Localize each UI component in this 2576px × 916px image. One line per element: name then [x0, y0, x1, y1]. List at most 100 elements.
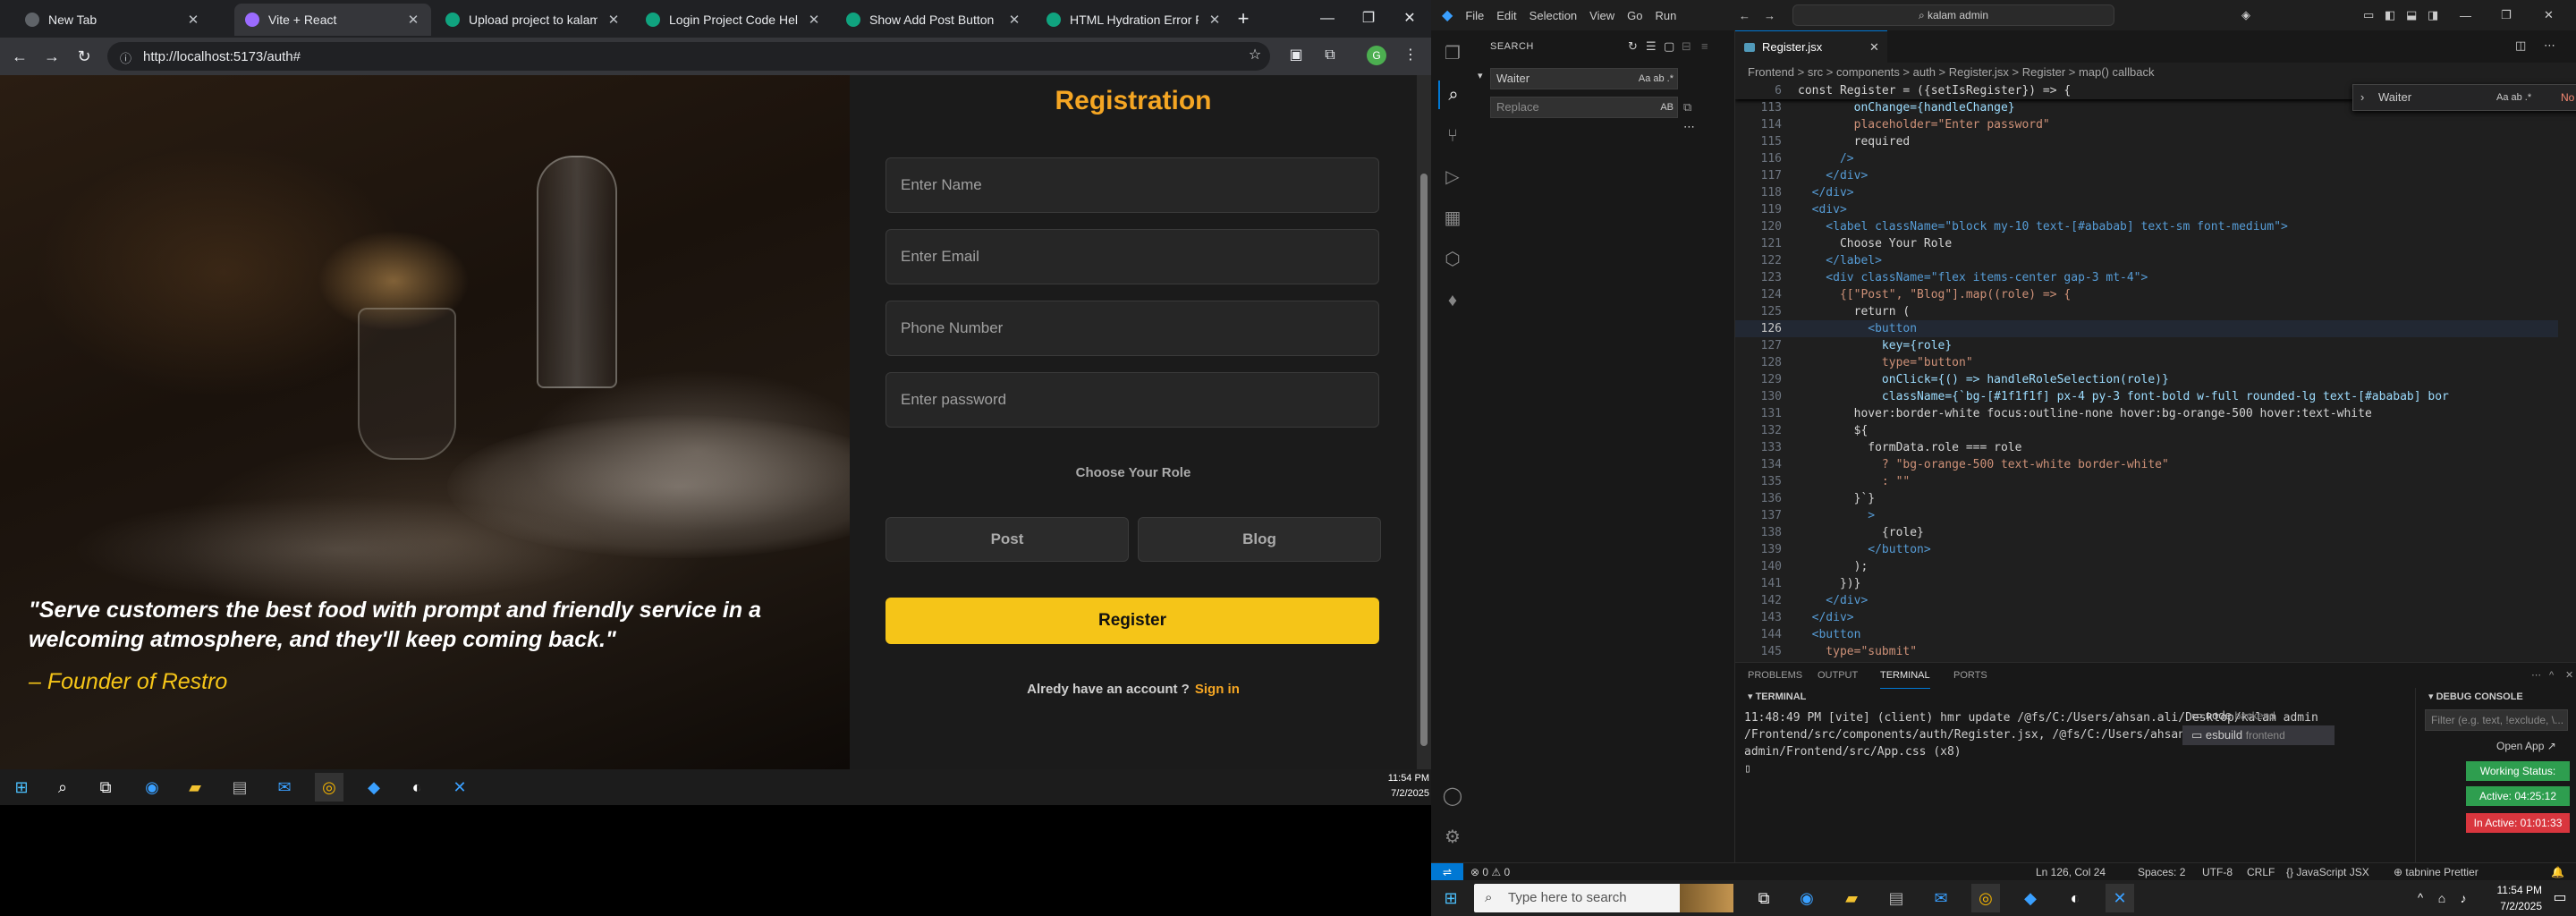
tab-terminal[interactable]: TERMINAL: [1880, 663, 1930, 689]
remote-indicator-icon[interactable]: ⇌: [1431, 863, 1463, 881]
password-input[interactable]: Enter password: [886, 372, 1379, 428]
close-tab-icon[interactable]: ✕: [1007, 12, 1021, 28]
browser-tab-hydration-fix[interactable]: HTML Hydration Error Fix ✕: [1036, 4, 1233, 36]
code-line[interactable]: 122 </label>: [1735, 252, 2558, 269]
menu-run[interactable]: Run: [1655, 9, 1676, 22]
chrome-icon[interactable]: ◎: [1971, 884, 2000, 912]
code-line[interactable]: 140 );: [1735, 558, 2558, 575]
run-debug-icon[interactable]: ▷: [1438, 163, 1467, 191]
close-window-icon[interactable]: ✕: [1392, 5, 1428, 32]
code-line[interactable]: 127 key={role}: [1735, 337, 2558, 354]
code-line[interactable]: 142 </div>: [1735, 592, 2558, 609]
menu-go[interactable]: Go: [1627, 9, 1642, 22]
taskbar-clock[interactable]: 11:54 PM 7/2/2025: [1360, 771, 1429, 802]
replace-all-icon[interactable]: ⧉: [1683, 100, 1691, 114]
terminal-item-node[interactable]: ▭ node backend: [2182, 706, 2334, 725]
toggle-replace-icon[interactable]: ›: [2360, 85, 2364, 110]
code-line[interactable]: 145 type="submit": [1735, 643, 2558, 660]
extensions-puzzle-icon[interactable]: ⧉: [1317, 42, 1343, 69]
code-line[interactable]: 114 placeholder="Enter password": [1735, 116, 2558, 133]
code-line[interactable]: 134 ? "bg-orange-500 text-white border-w…: [1735, 456, 2558, 473]
code-line[interactable]: 125 return (: [1735, 303, 2558, 320]
code-line[interactable]: 119 <div>: [1735, 201, 2558, 218]
code-line[interactable]: 116 />: [1735, 150, 2558, 167]
profile-avatar[interactable]: G: [1367, 46, 1386, 65]
task-view-icon[interactable]: ⧉: [1750, 884, 1778, 912]
indent-status[interactable]: Spaces: 2: [2138, 863, 2185, 881]
new-tab-button[interactable]: +: [1225, 5, 1261, 32]
mongodb-icon[interactable]: ♦: [1438, 286, 1467, 315]
editor-tab-register[interactable]: Register.jsx ✕: [1735, 30, 1887, 63]
chevron-down-icon[interactable]: ▾: [2428, 691, 2436, 702]
menu-file[interactable]: File: [1465, 9, 1484, 22]
volume-icon[interactable]: ♪: [2449, 884, 2478, 912]
start-icon[interactable]: ⊞: [1436, 884, 1465, 912]
maximize-panel-icon[interactable]: ^: [2549, 663, 2554, 688]
new-search-editor-icon[interactable]: ▢: [1664, 39, 1674, 54]
app-icon[interactable]: ◐: [2061, 884, 2089, 912]
breadcrumb[interactable]: Frontend > src > components > auth > Reg…: [1735, 63, 2576, 82]
view-as-tree-icon[interactable]: ≡: [1701, 39, 1708, 53]
code-line[interactable]: 120 <label className="block my-10 text-[…: [1735, 218, 2558, 235]
find-widget[interactable]: › Waiter Aa ab .* No results ↑ ↓ ≡ ✕: [2352, 84, 2576, 111]
scrollbar-thumb[interactable]: [1420, 174, 1428, 746]
edge-icon[interactable]: ◉: [1792, 884, 1821, 912]
find-options[interactable]: Aa ab .*: [2496, 85, 2531, 110]
extension-status[interactable]: ⊕ tabnine Prettier: [2394, 863, 2479, 881]
code-line[interactable]: 121 Choose Your Role: [1735, 235, 2558, 252]
chevron-down-icon[interactable]: ▾: [1748, 691, 1756, 702]
code-line[interactable]: 132 ${: [1735, 422, 2558, 439]
chevron-down-icon[interactable]: ▾: [1478, 70, 1483, 81]
mail-icon[interactable]: ✉: [270, 773, 299, 802]
code-line[interactable]: 139 </button>: [1735, 541, 2558, 558]
taskbar-search-box[interactable]: ⌕ Type here to search: [1474, 884, 1733, 912]
name-input[interactable]: Enter Name: [886, 157, 1379, 213]
extension-icon[interactable]: ▣: [1283, 42, 1309, 69]
edge-icon[interactable]: ◉: [138, 773, 166, 802]
file-explorer-icon[interactable]: ▰: [181, 773, 209, 802]
store-icon[interactable]: ▤: [1882, 884, 1911, 912]
address-bar[interactable]: ⓘ http://localhost:5173/auth#: [107, 42, 1270, 71]
settings-gear-icon[interactable]: ⚙: [1438, 823, 1467, 852]
notification-center-icon[interactable]: ▭: [2546, 884, 2574, 912]
tab-output[interactable]: OUTPUT: [1818, 663, 1858, 688]
close-tab-icon[interactable]: ✕: [606, 12, 621, 28]
maximize-icon[interactable]: ❐: [2501, 8, 2512, 22]
layout-icon[interactable]: ▭: [2363, 8, 2374, 22]
cursor-position[interactable]: Ln 126, Col 24: [2036, 863, 2106, 881]
file-explorer-icon[interactable]: ▰: [1837, 884, 1866, 912]
code-line[interactable]: 115 required: [1735, 133, 2558, 150]
close-panel-icon[interactable]: ✕: [2565, 663, 2573, 688]
search-icon[interactable]: ⌕: [48, 773, 77, 802]
code-line[interactable]: 123 <div className="flex items-center ga…: [1735, 269, 2558, 286]
maximize-icon[interactable]: ❐: [1351, 5, 1386, 32]
app-icon[interactable]: ◆: [360, 773, 388, 802]
copilot-icon[interactable]: ◈: [2241, 8, 2250, 22]
role-blog-button[interactable]: Blog: [1138, 517, 1381, 562]
search-replace-input[interactable]: Replace AB: [1490, 97, 1678, 118]
browser-tab-upload-project[interactable]: Upload project to kalams.org✕: [435, 4, 631, 36]
find-input[interactable]: Waiter: [2378, 90, 2411, 104]
panel-more-icon[interactable]: ⋯: [2531, 663, 2541, 688]
menu-edit[interactable]: Edit: [1496, 9, 1516, 22]
nav-back-icon[interactable]: ←: [1739, 9, 1750, 22]
close-window-icon[interactable]: ✕: [2544, 8, 2554, 22]
email-input[interactable]: Enter Email: [886, 229, 1379, 284]
code-line[interactable]: 128 type="button": [1735, 354, 2558, 371]
back-icon[interactable]: ←: [4, 40, 36, 72]
close-tab-icon[interactable]: ✕: [186, 12, 200, 28]
account-icon[interactable]: ◯: [1438, 782, 1467, 810]
refresh-icon[interactable]: ↻: [1628, 39, 1638, 54]
app-icon[interactable]: ◆: [2016, 884, 2045, 912]
split-editor-icon[interactable]: ◫: [2515, 38, 2526, 53]
reload-icon[interactable]: ↻: [68, 40, 100, 72]
more-options-icon[interactable]: ⋯: [1683, 120, 1695, 134]
phone-input[interactable]: Phone Number: [886, 301, 1379, 356]
minimize-icon[interactable]: —: [1309, 5, 1345, 32]
code-line[interactable]: 137 >: [1735, 507, 2558, 524]
open-app-link[interactable]: Open App ↗: [2496, 738, 2556, 754]
vscode-icon[interactable]: ✕: [2106, 884, 2134, 912]
search-query-input[interactable]: Waiter Aa ab .*: [1490, 68, 1678, 89]
terminal-item-esbuild[interactable]: ▭ esbuild frontend: [2182, 725, 2334, 745]
code-line[interactable]: 133 formData.role === role: [1735, 439, 2558, 456]
